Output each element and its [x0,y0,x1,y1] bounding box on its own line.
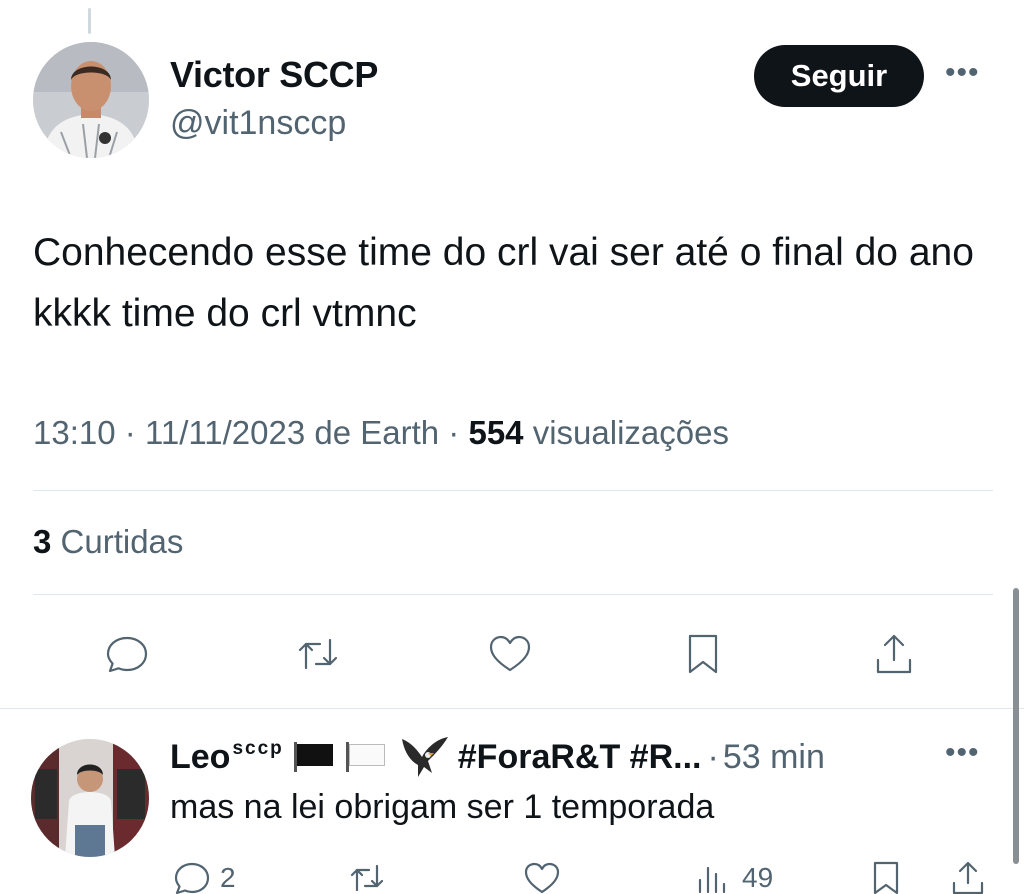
reply-header: Leo sccp #ForaR&T #R... · 53 min [170,733,825,781]
reply-reply-button[interactable]: 2 [172,858,236,894]
reply-separator: · [707,737,719,776]
reply-author-name[interactable]: Leo [170,738,230,777]
bookmark-icon [873,861,899,894]
reply-author-tags: #ForaR&T #R... [457,737,702,776]
reply-author-superscript: sccp [232,738,284,759]
like-icon[interactable] [484,628,536,680]
black-flag-icon [292,740,336,774]
white-flag-icon [344,740,388,774]
tweet-meta: 13:10 · 11/11/2023 de Earth · 554 visual… [33,414,729,452]
reply-retweet-button[interactable] [347,858,387,894]
divider [0,708,1024,709]
views-count: 554 [468,414,524,451]
follow-button[interactable]: Seguir [754,45,924,107]
likes-count: 3 [33,523,52,560]
reply-views-count: 49 [742,862,774,893]
eagle-icon [398,733,450,781]
reply-icon[interactable] [101,628,153,680]
meta-separator: · [448,414,460,451]
thread-connector [88,8,91,34]
tweet-time[interactable]: 13:10 [33,414,116,451]
reply-more-options-icon[interactable]: ••• [945,738,980,768]
analytics-icon [698,866,726,894]
author-name[interactable]: Victor SCCP [170,54,378,96]
author-avatar[interactable] [33,42,149,158]
author-avatar-image [33,42,149,158]
likes-summary[interactable]: 3 Curtidas [33,523,183,561]
reply-icon [174,862,210,894]
reply-avatar[interactable] [31,739,149,857]
tweet-date[interactable]: 11/11/2023 de Earth [145,414,439,451]
divider [33,490,993,491]
scrollbar[interactable] [1013,588,1019,864]
retweet-icon [350,864,384,892]
like-icon [524,862,560,894]
reply-time[interactable]: 53 min [723,738,825,777]
reply-avatar-image [31,739,149,857]
share-icon [952,861,984,894]
more-options-icon[interactable]: ••• [945,58,980,88]
reply-share-button[interactable] [948,858,988,894]
reply-reply-count: 2 [220,862,236,893]
reply-like-button[interactable] [522,858,562,894]
tweet-text: Conhecendo esse time do crl vai ser até … [33,231,974,335]
bookmark-icon[interactable] [677,628,729,680]
views-label: visualizações [532,414,729,451]
meta-separator: · [124,414,136,451]
retweet-icon[interactable] [292,628,344,680]
reply-text: mas na lei obrigam ser 1 temporada [170,788,715,826]
share-icon[interactable] [868,628,920,680]
reply-bookmark-button[interactable] [866,858,906,894]
author-handle[interactable]: @vit1nsccp [170,104,346,143]
reply-views-button[interactable]: 49 [694,858,773,894]
divider [33,594,993,595]
likes-label: Curtidas [60,523,184,560]
